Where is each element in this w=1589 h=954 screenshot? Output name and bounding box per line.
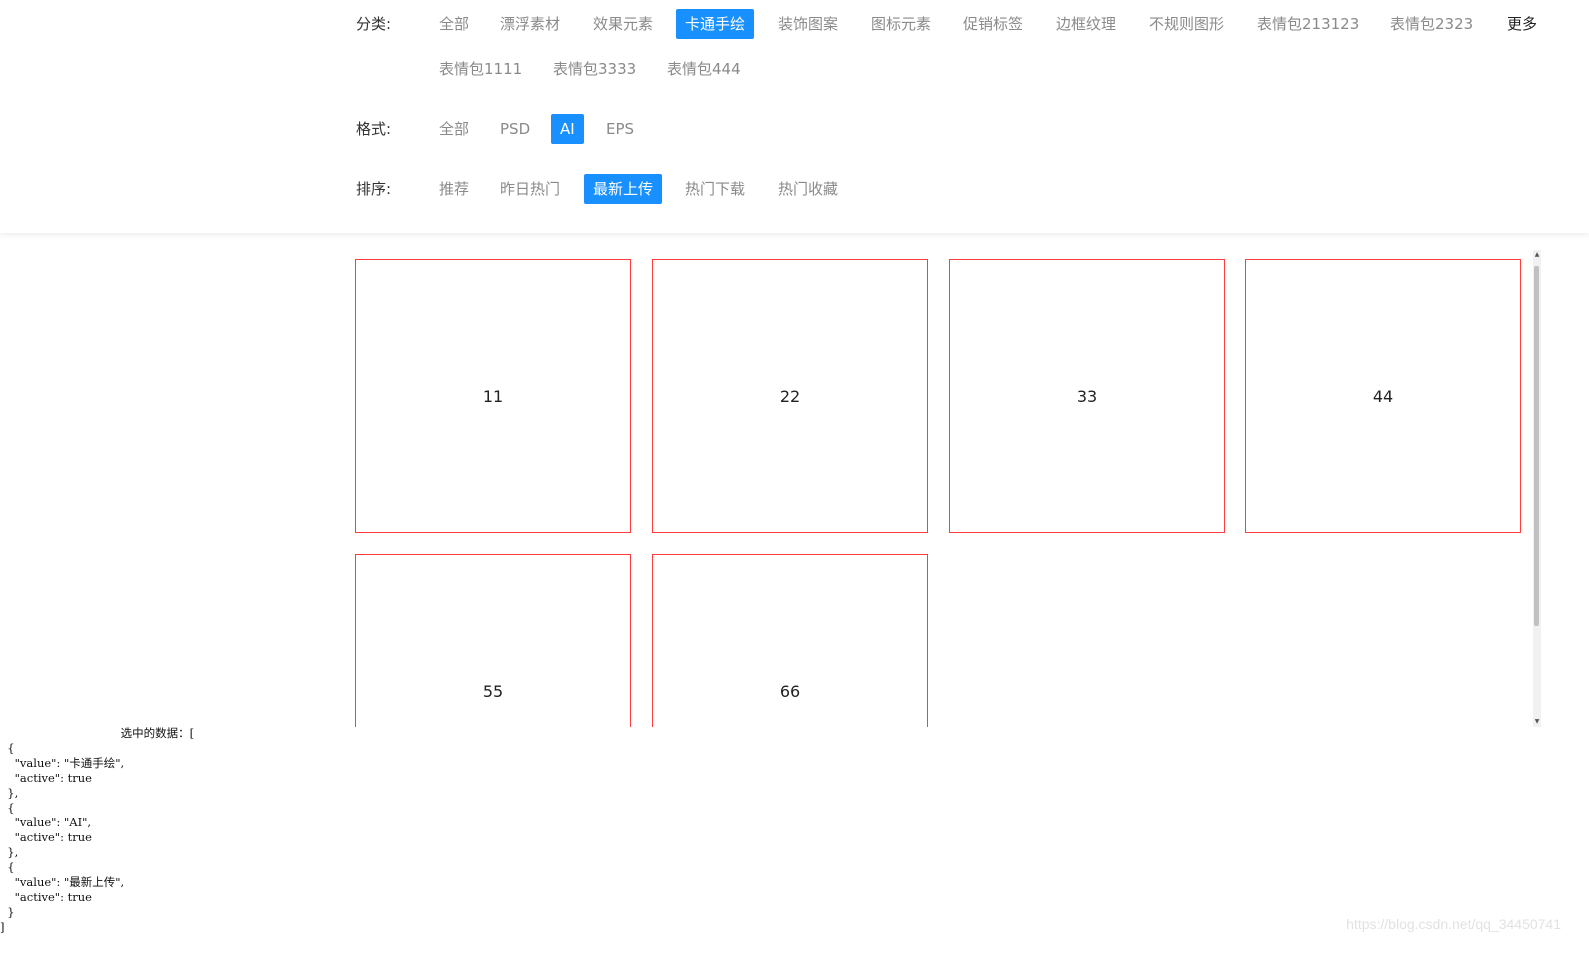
- selected-data-output: 选中的数据：[ { "value": "卡通手绘", "active": tru…: [0, 726, 195, 934]
- category-filter-row: 分类: 全部 漂浮素材 效果元素 卡通手绘 装饰图案 图标元素 促销标签 边框纹…: [356, 9, 1556, 89]
- result-card[interactable]: 55: [355, 554, 631, 727]
- category-option[interactable]: 效果元素: [584, 9, 662, 39]
- category-option[interactable]: 表情包444: [658, 54, 750, 84]
- category-option[interactable]: 促销标签: [954, 9, 1032, 39]
- format-option-active[interactable]: AI: [551, 114, 584, 144]
- result-card[interactable]: 33: [949, 259, 1225, 533]
- result-card[interactable]: 22: [652, 259, 928, 533]
- category-option[interactable]: 图标元素: [862, 9, 940, 39]
- category-option-active[interactable]: 卡通手绘: [676, 9, 755, 39]
- category-option[interactable]: 表情包213123: [1248, 9, 1368, 39]
- format-option[interactable]: EPS: [597, 114, 643, 144]
- sort-filter-row: 排序: 推荐 昨日热门 最新上传 热门下载 热门收藏: [356, 174, 1556, 204]
- format-option[interactable]: 全部: [430, 114, 478, 144]
- result-grid: 11 22 33 44 55 66: [346, 250, 1540, 727]
- sort-option[interactable]: 热门收藏: [769, 174, 847, 204]
- format-option[interactable]: PSD: [491, 114, 539, 144]
- category-option[interactable]: 表情包3333: [544, 54, 645, 84]
- scroll-down-icon[interactable]: ▼: [1534, 719, 1540, 725]
- category-label: 分类:: [356, 15, 392, 33]
- category-option[interactable]: 不规则图形: [1140, 9, 1233, 39]
- category-option[interactable]: 边框纹理: [1047, 9, 1125, 39]
- category-option[interactable]: 装饰图案: [769, 9, 847, 39]
- scroll-thumb[interactable]: [1534, 266, 1539, 626]
- scroll-up-icon[interactable]: ▲: [1534, 252, 1540, 258]
- format-label: 格式:: [356, 120, 392, 138]
- sort-label: 排序:: [356, 180, 392, 198]
- sort-option[interactable]: 推荐: [430, 174, 478, 204]
- watermark: https://blog.csdn.net/qq_34450741: [1346, 916, 1561, 932]
- result-card[interactable]: 44: [1245, 259, 1521, 533]
- vertical-scrollbar[interactable]: ▲ ▼: [1533, 250, 1541, 727]
- sort-option[interactable]: 热门下载: [676, 174, 754, 204]
- category-more-button[interactable]: 更多: [1498, 9, 1546, 39]
- sort-option[interactable]: 昨日热门: [491, 174, 569, 204]
- filter-panel: 分类: 全部 漂浮素材 效果元素 卡通手绘 装饰图案 图标元素 促销标签 边框纹…: [0, 0, 1589, 233]
- category-option[interactable]: 漂浮素材: [491, 9, 569, 39]
- category-option[interactable]: 表情包1111: [430, 54, 531, 84]
- result-card[interactable]: 11: [355, 259, 631, 533]
- result-card[interactable]: 66: [652, 554, 928, 727]
- category-option[interactable]: 表情包2323: [1381, 9, 1482, 39]
- category-option[interactable]: 全部: [430, 9, 478, 39]
- sort-option-active[interactable]: 最新上传: [584, 174, 663, 204]
- format-filter-row: 格式: 全部 PSD AI EPS: [356, 114, 1556, 144]
